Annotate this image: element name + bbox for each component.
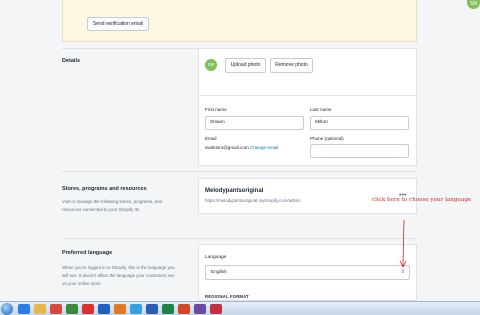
powerpoint-icon[interactable]: [178, 304, 190, 314]
language-card: Language English ⇕ REGIONAL FORMAT Your …: [198, 244, 417, 312]
app2-icon[interactable]: [194, 304, 206, 314]
change-email-link[interactable]: Change email: [250, 145, 278, 150]
section-divider: [62, 238, 417, 239]
language-title: Preferred language: [62, 250, 113, 256]
stores-title: Stores, programs and resources: [62, 186, 147, 192]
language-selected-value: English: [211, 270, 227, 275]
send-verification-email-button[interactable]: Send verification email: [87, 17, 149, 31]
language-label: Language: [205, 255, 227, 260]
excel-icon[interactable]: [162, 304, 174, 314]
ie-icon[interactable]: [18, 304, 30, 314]
word-icon[interactable]: [146, 304, 158, 314]
verification-banner: Send verification email: [62, 0, 417, 42]
folder-icon[interactable]: [34, 304, 46, 314]
first-name-label: First name: [205, 107, 227, 112]
store-url[interactable]: https://melodypantsoriginal.myshopify.co…: [205, 198, 301, 203]
upload-photo-button[interactable]: Upload photo: [225, 58, 266, 73]
details-card: SM Upload photo Remove photo First name …: [198, 48, 417, 166]
windows-taskbar: [0, 301, 480, 315]
start-button-icon[interactable]: [1, 303, 13, 315]
phone-label: Phone (optional): [310, 136, 344, 141]
last-name-field[interactable]: Milton: [310, 116, 409, 130]
regional-format-title: REGIONAL FORMAT: [205, 294, 249, 299]
firefox-icon[interactable]: [98, 304, 110, 314]
language-select[interactable]: English ⇕: [205, 265, 410, 280]
card-separator: [199, 95, 416, 96]
system-tray[interactable]: [420, 305, 478, 313]
email-line: swdenim@gmail.com Change email: [205, 145, 278, 150]
remove-photo-button[interactable]: Remove photo: [270, 58, 313, 73]
phone-field[interactable]: [310, 144, 409, 158]
annotation-text: click here to choose your language: [372, 197, 472, 203]
section-divider: [62, 171, 417, 172]
stores-description: Visit or manage the following stores, pr…: [62, 199, 162, 212]
first-name-field[interactable]: Shawn: [205, 116, 304, 130]
last-name-label: Last name: [310, 107, 332, 112]
profile-avatar: SM: [205, 59, 217, 71]
paint-icon[interactable]: [114, 304, 126, 314]
app3-icon[interactable]: [210, 304, 222, 314]
chrome-icon[interactable]: [50, 304, 62, 314]
skype-icon[interactable]: [130, 304, 142, 314]
app-icon[interactable]: [82, 304, 94, 314]
media-icon[interactable]: [66, 304, 78, 314]
language-description: When you're logged in to Shopify, this i…: [62, 265, 175, 286]
details-title: Details: [62, 58, 81, 64]
email-label: Email: [205, 136, 217, 141]
email-value: swdenim@gmail.com: [205, 145, 249, 150]
store-name[interactable]: Melodypantsoriginal: [205, 188, 263, 194]
annotation-arrow-icon: [399, 219, 407, 268]
